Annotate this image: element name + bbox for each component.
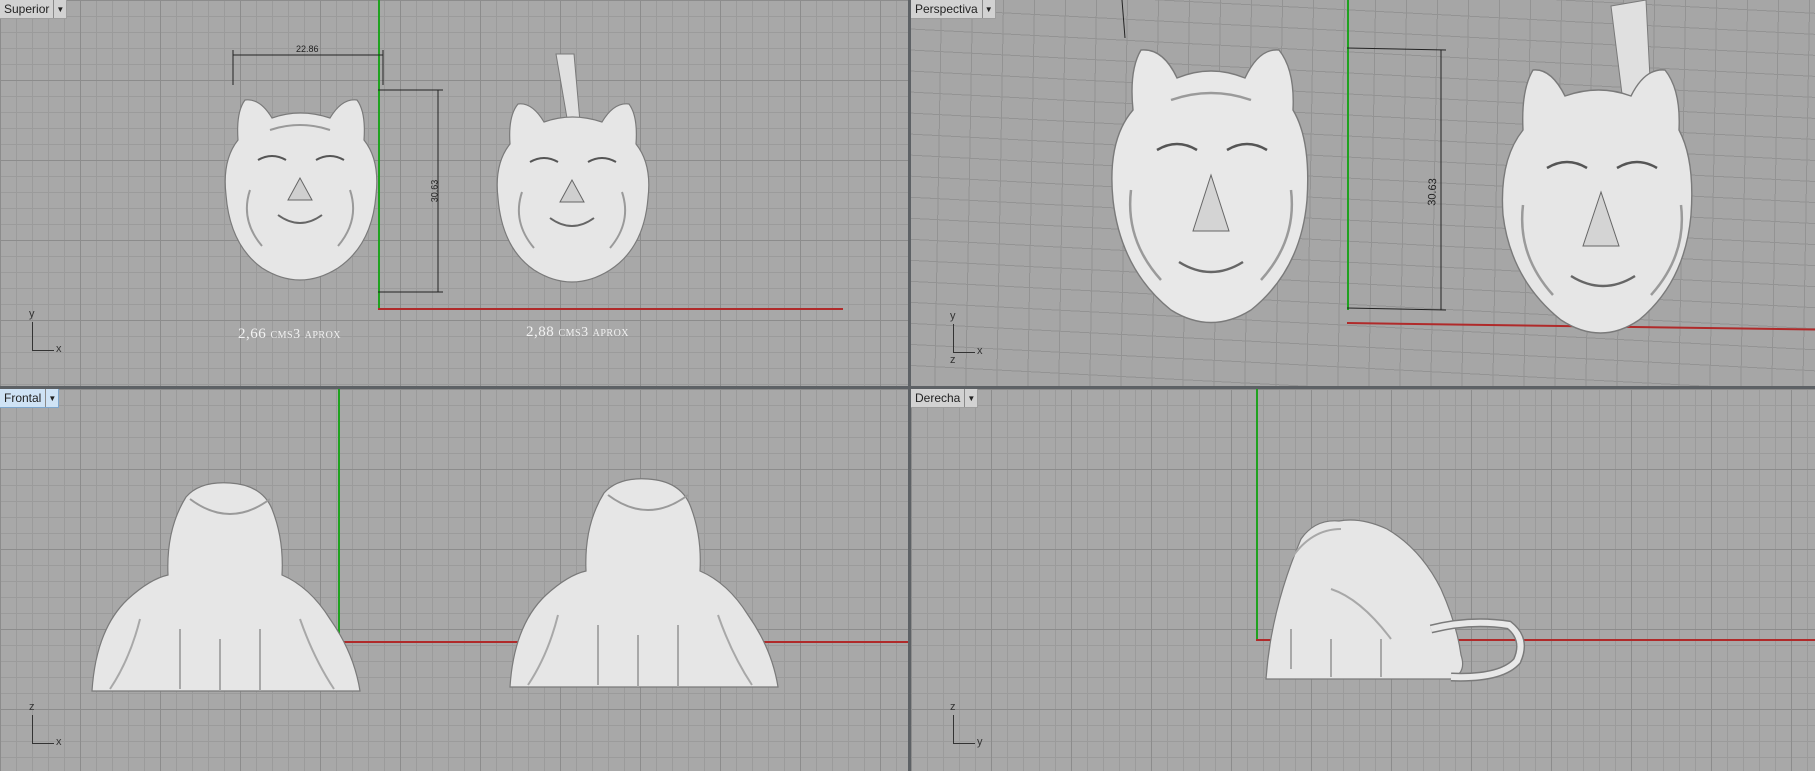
caption-value: 2,66 <box>238 326 267 342</box>
tiger-pendant-model-large <box>1501 0 1693 334</box>
viewport-title: Perspectiva <box>915 2 978 16</box>
caption-value: 2,88 <box>526 324 555 340</box>
viewport-perspectiva[interactable]: Perspectiva ▼ 30.63 y x z <box>911 0 1815 386</box>
tiger-head-model-large <box>1111 49 1309 324</box>
viewport-frontal[interactable]: Frontal ▼ z x <box>0 389 908 771</box>
tiger-head-front-right <box>509 478 779 688</box>
chevron-down-icon[interactable]: ▼ <box>45 389 58 407</box>
viewport-title: Derecha <box>915 391 961 405</box>
viewport-label-frontal[interactable]: Frontal ▼ <box>0 389 60 408</box>
viewport-superior[interactable]: Superior ▼ 22.86 30.63 2,66 cms3 aprox 2… <box>0 0 908 386</box>
chevron-down-icon[interactable]: ▼ <box>964 389 977 407</box>
viewport-splitter-horizontal[interactable] <box>0 386 1815 389</box>
chevron-down-icon[interactable]: ▼ <box>981 0 995 18</box>
chevron-down-icon[interactable]: ▼ <box>53 0 66 18</box>
tiger-pendant-side <box>1265 519 1526 682</box>
viewport-label-perspectiva[interactable]: Perspectiva ▼ <box>911 0 996 19</box>
viewport-title: Superior <box>4 2 50 16</box>
rhino-workspace: Superior ▼ 22.86 30.63 2,66 cms3 aprox 2… <box>0 0 1815 771</box>
front-view-models <box>91 478 779 692</box>
viewport-label-derecha[interactable]: Derecha ▼ <box>911 389 979 408</box>
dimension-height-label: 30.63 <box>1426 178 1440 206</box>
viewport-derecha[interactable]: Derecha ▼ z y <box>911 389 1815 771</box>
caption-unit: cms3 aprox <box>558 325 630 340</box>
dimension-width-label: 22.86 <box>296 44 319 54</box>
dimension-height-label: 30.63 <box>429 179 440 203</box>
tiger-head-model-left <box>224 99 378 281</box>
perspective-view-models <box>1111 0 1693 334</box>
viewport-title: Frontal <box>4 391 42 405</box>
top-view-models <box>224 50 650 293</box>
right-view-model <box>1265 519 1526 682</box>
caption-unit: cms3 aprox <box>270 327 342 342</box>
viewport-label-superior[interactable]: Superior ▼ <box>0 0 68 19</box>
tiger-head-front-left <box>91 482 361 692</box>
volume-caption-left: 2,66 cms3 aprox <box>238 326 341 343</box>
tiger-pendant-model-right <box>496 53 650 283</box>
volume-caption-right: 2,88 cms3 aprox <box>526 324 629 341</box>
